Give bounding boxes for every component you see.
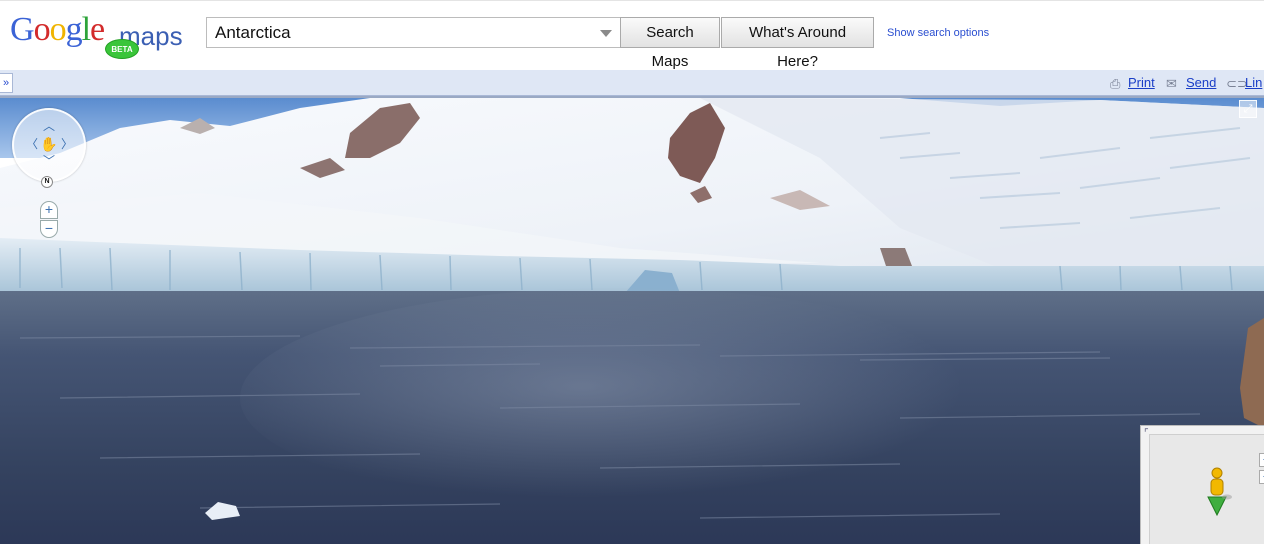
print-link[interactable]: Print [1128,75,1155,90]
toolbar: » ⎙ Print ✉ Send ⊂⊃ Lin [0,70,1264,96]
search-maps-button[interactable]: Search Maps [620,17,720,70]
minimap-zoom-in-button[interactable]: + [1259,453,1264,467]
pan-right-arrow-icon[interactable]: 〉 [61,138,73,150]
zoom-in-button[interactable]: + [40,201,58,219]
logo-wordmark: Google [10,11,105,48]
pegman-icon[interactable] [1202,467,1232,517]
beta-badge: BETA [105,39,139,59]
hand-pan-icon[interactable]: ✋ [39,135,59,153]
minimap-zoom-out-button[interactable]: − [1259,470,1264,484]
google-maps-app: Google maps BETA Search Maps What's Arou… [0,0,1264,544]
mail-icon[interactable]: ✉ [1166,76,1177,92]
minimap-toggle-icon[interactable]: ⌜ [1144,428,1149,439]
antarctica-panorama-image [0,98,1264,544]
print-icon[interactable]: ⎙ [1110,76,1120,92]
header: Google maps BETA Search Maps What's Arou… [0,0,1264,70]
fullscreen-icon[interactable]: ⤢ [1239,100,1257,118]
overview-minimap[interactable]: ⌜ + − [1140,425,1264,544]
zoom-out-button[interactable]: − [40,220,58,238]
collapse-panel-button[interactable]: » [0,73,13,93]
show-search-options-link[interactable]: Show search options [887,27,989,39]
link-link[interactable]: Lin [1245,75,1262,90]
pan-up-arrow-icon[interactable]: ︿ [43,120,55,132]
pan-left-arrow-icon[interactable]: 〈 [26,138,38,150]
search-input[interactable] [207,18,587,47]
pan-down-arrow-icon[interactable]: ﹀ [43,155,55,167]
whats-around-button[interactable]: What's Around Here? [721,17,874,70]
search-box [206,17,620,48]
street-view-panorama[interactable] [0,96,1264,544]
google-maps-logo[interactable]: Google maps BETA [10,11,195,59]
minimap-viewport[interactable]: + − [1149,434,1264,544]
send-link[interactable]: Send [1186,75,1216,90]
dropdown-arrow-icon[interactable] [600,30,612,37]
north-indicator: N [41,176,53,188]
